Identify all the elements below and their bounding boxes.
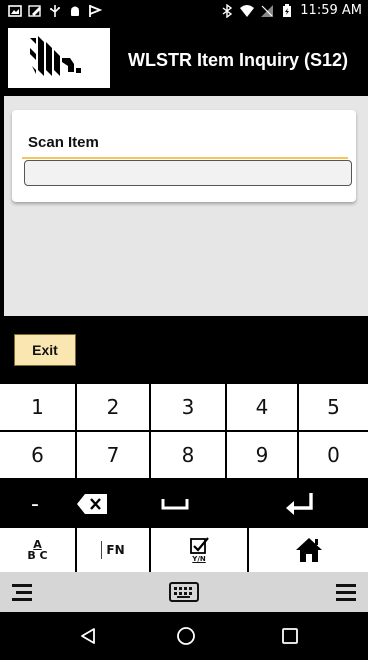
abc-key[interactable]: A B C [0, 528, 75, 572]
keyboard-switch-button[interactable] [160, 572, 208, 612]
key-0[interactable]: 0 [299, 432, 368, 478]
fn-divider [101, 541, 103, 559]
back-button[interactable] [58, 612, 118, 660]
key-7[interactable]: 7 [77, 432, 149, 478]
app-bar: WLSTR Item Inquiry (S12) [0, 24, 368, 96]
back-triangle-icon [81, 628, 95, 644]
keyboard-toolbar [0, 572, 368, 612]
menu-icon [12, 584, 32, 601]
left-menu-button[interactable] [0, 572, 44, 612]
android-icon [71, 6, 79, 16]
yn-label: Y/N [192, 555, 206, 563]
keyboard-mode-row: A B C FN Y/N [0, 528, 368, 572]
key-3[interactable]: 3 [151, 384, 225, 430]
status-left-icons [8, 4, 102, 18]
zebra-logo-icon [30, 36, 81, 76]
status-bar: 11:59 AM [0, 0, 368, 24]
wifi-icon [240, 4, 255, 17]
focus-underline [22, 157, 348, 159]
signal-icon [261, 4, 274, 17]
key-4[interactable]: 4 [227, 384, 297, 430]
fn-key[interactable]: FN [77, 528, 149, 572]
image-icon [8, 5, 22, 17]
space-key[interactable] [140, 480, 210, 528]
scan-item-input[interactable] [24, 160, 352, 186]
key-6[interactable]: 6 [0, 432, 75, 478]
usb-icon [50, 5, 60, 17]
home-key[interactable] [249, 528, 368, 572]
home-icon [295, 538, 322, 562]
flag-icon [89, 5, 102, 17]
key-8[interactable]: 8 [151, 432, 225, 478]
scan-item-label: Scan Item [28, 134, 99, 151]
zebra-logo [8, 28, 110, 88]
key-9[interactable]: 9 [227, 432, 297, 478]
edit-icon [28, 5, 41, 17]
space-icon [161, 499, 189, 510]
hamburger-icon [336, 584, 356, 601]
key-minus[interactable]: - [0, 480, 70, 528]
enter-key[interactable] [272, 480, 328, 528]
key-2[interactable]: 2 [77, 384, 149, 430]
action-bar: Exit [0, 316, 368, 382]
right-menu-button[interactable] [324, 572, 368, 612]
numeric-keypad: 1 2 3 4 5 6 7 8 9 0 [0, 384, 368, 478]
checkbox-icon [190, 537, 209, 554]
exit-button[interactable]: Exit [14, 334, 76, 366]
fn-label: FN [106, 543, 125, 557]
recents-button[interactable] [260, 612, 320, 660]
home-circle-icon [177, 627, 195, 645]
keyboard-function-row: - [0, 480, 368, 528]
recents-square-icon [282, 628, 298, 644]
backspace-key[interactable] [72, 480, 112, 528]
backspace-icon [77, 494, 107, 514]
key-1[interactable]: 1 [0, 384, 75, 430]
key-5[interactable]: 5 [299, 384, 368, 430]
scan-card [12, 110, 356, 202]
bluetooth-icon [222, 3, 233, 18]
status-time: 11:59 AM [300, 3, 362, 18]
system-nav-bar [0, 612, 368, 660]
app-title: WLSTR Item Inquiry (S12) [128, 50, 349, 70]
abc-bottom-label: B C [27, 549, 48, 562]
status-right-icons: 11:59 AM [220, 3, 362, 18]
form-area [4, 96, 368, 316]
keyboard-icon [169, 582, 199, 602]
home-nav-button[interactable] [156, 612, 216, 660]
yes-no-key[interactable]: Y/N [151, 528, 247, 572]
battery-icon [283, 3, 292, 17]
enter-icon [286, 493, 313, 515]
